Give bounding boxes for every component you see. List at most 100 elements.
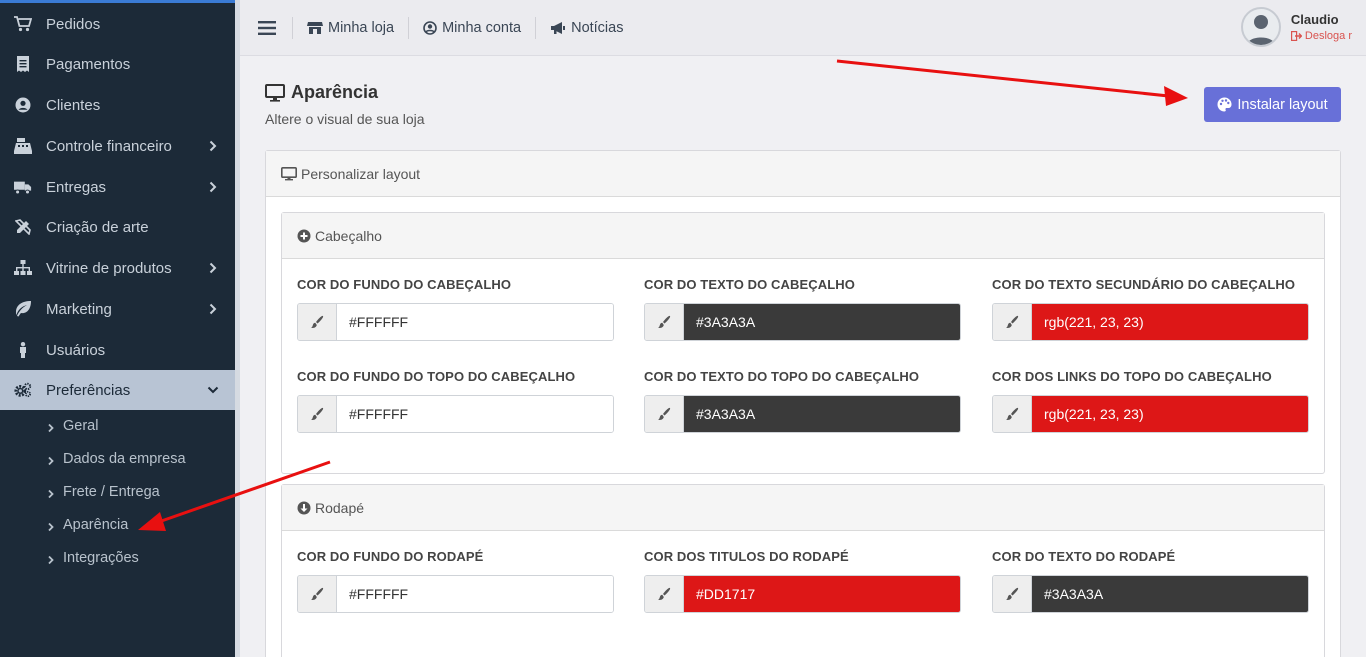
color-value-input[interactable]: #FFFFFF — [337, 576, 613, 612]
sidebar-item-label: Usuários — [46, 341, 106, 359]
footer-panel-title: Rodapé — [315, 499, 365, 516]
sidebar-item-pedidos[interactable]: Pedidos — [0, 4, 235, 44]
color-picker-field: #3A3A3A — [992, 575, 1309, 613]
paint-brush-icon[interactable] — [298, 576, 337, 612]
cash-register-icon — [14, 138, 32, 154]
color-field-label: COR DO FUNDO DO RODAPÉ — [297, 549, 484, 564]
page-subtitle: Altere o visual de sua loja — [265, 111, 425, 127]
paint-brush-icon[interactable] — [993, 304, 1032, 340]
sidebar-item-usuarios[interactable]: Usuários — [0, 330, 235, 370]
paint-brush-icon[interactable] — [993, 396, 1032, 432]
sitemap-icon — [14, 260, 32, 276]
sidebar-item-label: Marketing — [46, 300, 112, 318]
paint-brush-icon[interactable] — [298, 396, 337, 432]
truck-icon — [14, 179, 32, 195]
customize-layout-title: Personalizar layout — [301, 165, 421, 182]
color-field-label: COR DO TEXTO DO CABEÇALHO — [644, 277, 855, 292]
header-panel-toggle[interactable]: Cabeçalho — [282, 213, 1324, 259]
topbar-link-noticias[interactable]: Notícias — [536, 20, 637, 36]
sidebar-item-preferencias[interactable]: Preferências — [0, 370, 235, 410]
sidebar-item-label: Vitrine de produtos — [46, 259, 172, 277]
paint-brush-icon[interactable] — [993, 576, 1032, 612]
color-picker-field: #FFFFFF — [297, 303, 614, 341]
cogs-icon — [14, 382, 32, 398]
page-title: Aparência — [265, 82, 378, 103]
submenu-item-label: Dados da empresa — [63, 451, 186, 467]
leaf-icon — [14, 301, 32, 317]
paint-brush-icon[interactable] — [645, 304, 684, 340]
logout-label: Desloga r — [1304, 30, 1352, 42]
chevron-right-icon — [207, 139, 219, 152]
submenu-item[interactable]: Geral — [0, 411, 235, 441]
paint-brush-icon[interactable] — [298, 304, 337, 340]
color-value-input[interactable]: #3A3A3A — [684, 304, 960, 340]
arrow-down-circle-icon — [297, 501, 311, 514]
footer-panel: Rodapé — [281, 484, 1325, 657]
color-picker-field: #3A3A3A — [644, 303, 961, 341]
sidebar-item-clientes[interactable]: Clientes — [0, 85, 235, 125]
sidebar-top-accent — [0, 0, 235, 3]
color-value-input[interactable]: #FFFFFF — [337, 304, 613, 340]
submenu-item[interactable]: Dados da empresa — [0, 444, 235, 474]
sidebar-item-label: Clientes — [46, 96, 101, 114]
chevron-right-icon — [207, 261, 219, 274]
color-picker-field: #FFFFFF — [297, 575, 614, 613]
paint-brush-icon[interactable] — [645, 396, 684, 432]
receipt-icon — [14, 56, 32, 72]
submenu-item[interactable]: Frete / Entrega — [0, 477, 235, 507]
color-value-input[interactable]: rgb(221, 23, 23) — [1032, 396, 1308, 432]
color-field-label: COR DOS TITULOS DO RODAPÉ — [644, 549, 849, 564]
monitor-icon — [265, 83, 285, 102]
submenu-item-label: Geral — [63, 418, 99, 434]
topbar-link-label: Notícias — [571, 19, 624, 36]
pencil-ruler-icon — [14, 219, 32, 235]
color-value-input[interactable]: #DD1717 — [684, 576, 960, 612]
sidebar-item-entregas[interactable]: Entregas — [0, 167, 235, 207]
cart-icon — [14, 16, 32, 32]
submenu-item-label: Frete / Entrega — [63, 484, 160, 500]
sidebar-item-marketing[interactable]: Marketing — [0, 289, 235, 329]
topbar-link-minha-conta[interactable]: Minha conta — [409, 20, 535, 36]
hamburger-menu-icon[interactable] — [258, 20, 276, 35]
avatar-silhouette-icon — [1246, 15, 1275, 45]
chevron-right-icon — [46, 487, 56, 499]
header-panel: Cabeçalho — [281, 212, 1325, 474]
sidebar-item-criacao-de-arte[interactable]: Criação de arte — [0, 207, 235, 247]
store-icon — [307, 21, 323, 34]
sidebar-item-label: Preferências — [46, 381, 131, 399]
footer-panel-toggle[interactable]: Rodapé — [282, 485, 1324, 531]
paint-brush-icon[interactable] — [645, 576, 684, 612]
color-picker-field: #FFFFFF — [297, 395, 614, 433]
color-picker-field: #3A3A3A — [644, 395, 961, 433]
color-value-input[interactable]: #FFFFFF — [337, 396, 613, 432]
avatar[interactable] — [1240, 7, 1281, 47]
sidebar-separator — [235, 0, 240, 657]
submenu-item[interactable]: Integrações — [0, 543, 235, 573]
color-value-input[interactable]: #3A3A3A — [1032, 576, 1308, 612]
logout-link[interactable]: Desloga r — [1290, 30, 1352, 42]
sidebar-item-label: Entregas — [46, 178, 107, 196]
sidebar-item-pagamentos[interactable]: Pagamentos — [0, 44, 235, 84]
annotation-arrow-install — [836, 59, 1180, 102]
install-layout-label: Instalar layout — [1237, 96, 1328, 113]
chevron-right-icon — [207, 180, 219, 193]
sidebar-item-vitrine-de-produtos[interactable]: Vitrine de produtos — [0, 248, 235, 288]
chevron-right-icon — [46, 454, 56, 466]
install-layout-button[interactable]: Instalar layout — [1204, 87, 1341, 122]
sidebar-item-label: Pagamentos — [46, 55, 131, 73]
color-value-input[interactable]: #3A3A3A — [684, 396, 960, 432]
user-menu[interactable]: Claudio Desloga r — [1240, 7, 1352, 47]
color-field-label: COR DO FUNDO DO CABEÇALHO — [297, 277, 512, 292]
sidebar-item-label: Pedidos — [46, 15, 101, 33]
color-value-input[interactable]: rgb(221, 23, 23) — [1032, 304, 1308, 340]
topbar-link-minha-loja[interactable]: Minha loja — [293, 20, 408, 36]
submenu-item[interactable]: Aparência — [0, 510, 235, 540]
color-field-label: COR DO FUNDO DO TOPO DO CABEÇALHO — [297, 369, 576, 384]
sidebar-item-label: Controle financeiro — [46, 137, 172, 155]
chevron-right-icon — [207, 302, 219, 315]
sidebar-item-controle-financeiro[interactable]: Controle financeiro — [0, 126, 235, 166]
plus-circle-icon — [297, 229, 311, 242]
chevron-right-icon — [46, 421, 56, 433]
color-field-label: COR DO TEXTO DO TOPO DO CABEÇALHO — [644, 369, 920, 384]
megaphone-icon — [551, 21, 566, 34]
